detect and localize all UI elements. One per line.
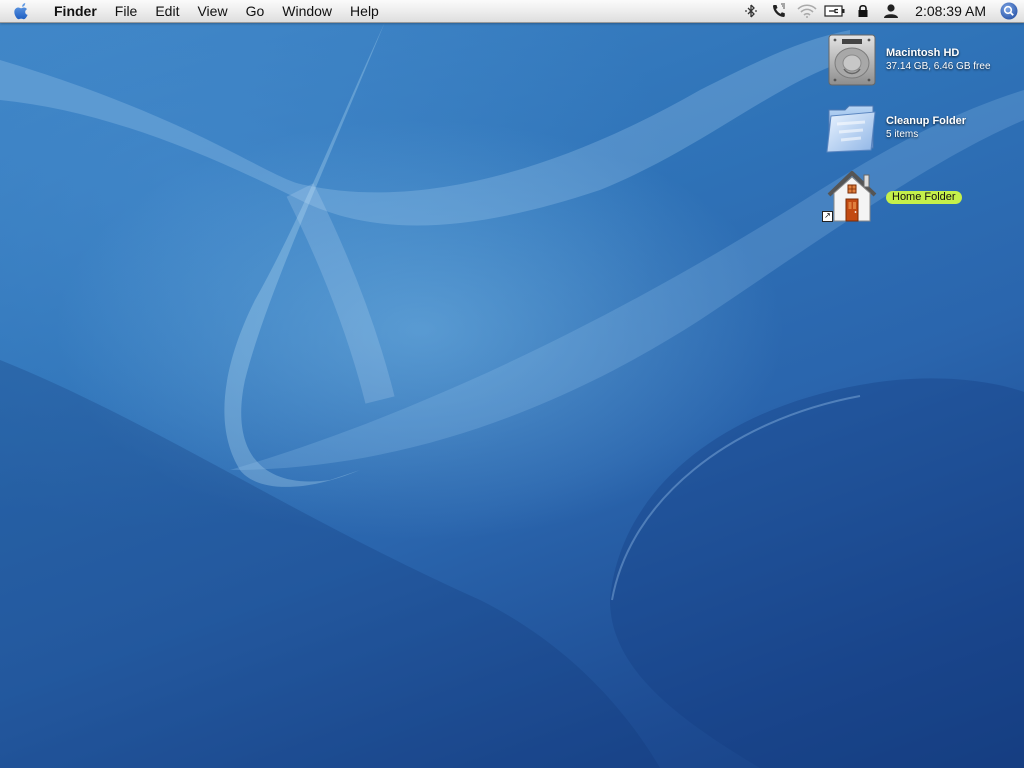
lock-icon[interactable] (849, 0, 877, 22)
bluetooth-icon[interactable] (737, 0, 765, 22)
desktop-icon-label: Cleanup Folder 5 items (886, 115, 966, 141)
desktop-icon-label: Home Folder (886, 189, 962, 204)
apple-menu[interactable] (0, 0, 44, 22)
icon-name: Macintosh HD (886, 47, 960, 59)
desktop-icon-home-folder[interactable]: ↗ Home Folder (822, 168, 962, 224)
desktop-icon-cleanup-folder[interactable]: Cleanup Folder 5 items (824, 100, 966, 156)
menu-edit[interactable]: Edit (146, 0, 188, 22)
apple-icon (14, 3, 28, 20)
menu-file[interactable]: File (106, 0, 147, 22)
desktop-icon-macintosh-hd[interactable]: Macintosh HD 37.14 GB, 6.46 GB free (824, 32, 991, 88)
battery-icon[interactable] (821, 0, 849, 22)
menu-go[interactable]: Go (237, 0, 274, 22)
desktop[interactable]: Finder File Edit View Go Window Help 2:0… (0, 0, 1024, 768)
alias-arrow-icon: ↗ (822, 211, 833, 222)
user-icon[interactable] (877, 0, 905, 22)
menu-view[interactable]: View (188, 0, 236, 22)
spotlight-search-icon[interactable] (994, 0, 1024, 22)
folder-icon (824, 100, 880, 156)
menu-finder[interactable]: Finder (44, 0, 106, 22)
desktop-icon-label: Macintosh HD 37.14 GB, 6.46 GB free (886, 47, 991, 73)
icon-name: Home Folder (886, 190, 962, 204)
home-icon: ↗ (822, 168, 880, 224)
menu-window[interactable]: Window (273, 0, 341, 22)
menu-help[interactable]: Help (341, 0, 388, 22)
icon-detail: 5 items (886, 129, 919, 140)
icon-name: Cleanup Folder (886, 115, 967, 127)
icon-detail: 37.14 GB, 6.46 GB free (886, 61, 991, 72)
hard-drive-icon (824, 32, 880, 88)
menu-bar: Finder File Edit View Go Window Help 2:0… (0, 0, 1024, 23)
clock[interactable]: 2:08:39 AM (905, 0, 994, 22)
wifi-icon[interactable] (793, 0, 821, 22)
phone-icon[interactable] (765, 0, 793, 22)
